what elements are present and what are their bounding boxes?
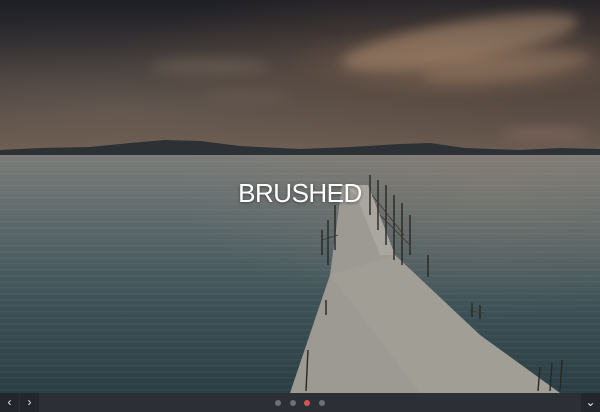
chevron-right-icon: ›	[27, 395, 32, 409]
slideshow: BRUSHED ‹ › ⌄	[0, 0, 600, 412]
slideshow-nav-bar: ‹ › ⌄	[0, 393, 600, 412]
chevron-left-icon: ‹	[7, 395, 12, 409]
slide-dot-2[interactable]	[289, 400, 296, 406]
background-sky	[0, 0, 600, 160]
slide-title: BRUSHED	[238, 178, 362, 208]
slide-dot-3[interactable]	[304, 400, 311, 406]
scroll-down-button[interactable]: ⌄	[581, 393, 600, 412]
slide-dot-1[interactable]	[275, 400, 282, 406]
slide-pagination	[0, 393, 600, 412]
chevron-down-icon: ⌄	[585, 395, 596, 409]
slide-dot-4[interactable]	[318, 400, 325, 406]
prev-slide-button[interactable]: ‹	[0, 393, 19, 412]
next-slide-button[interactable]: ›	[20, 393, 39, 412]
